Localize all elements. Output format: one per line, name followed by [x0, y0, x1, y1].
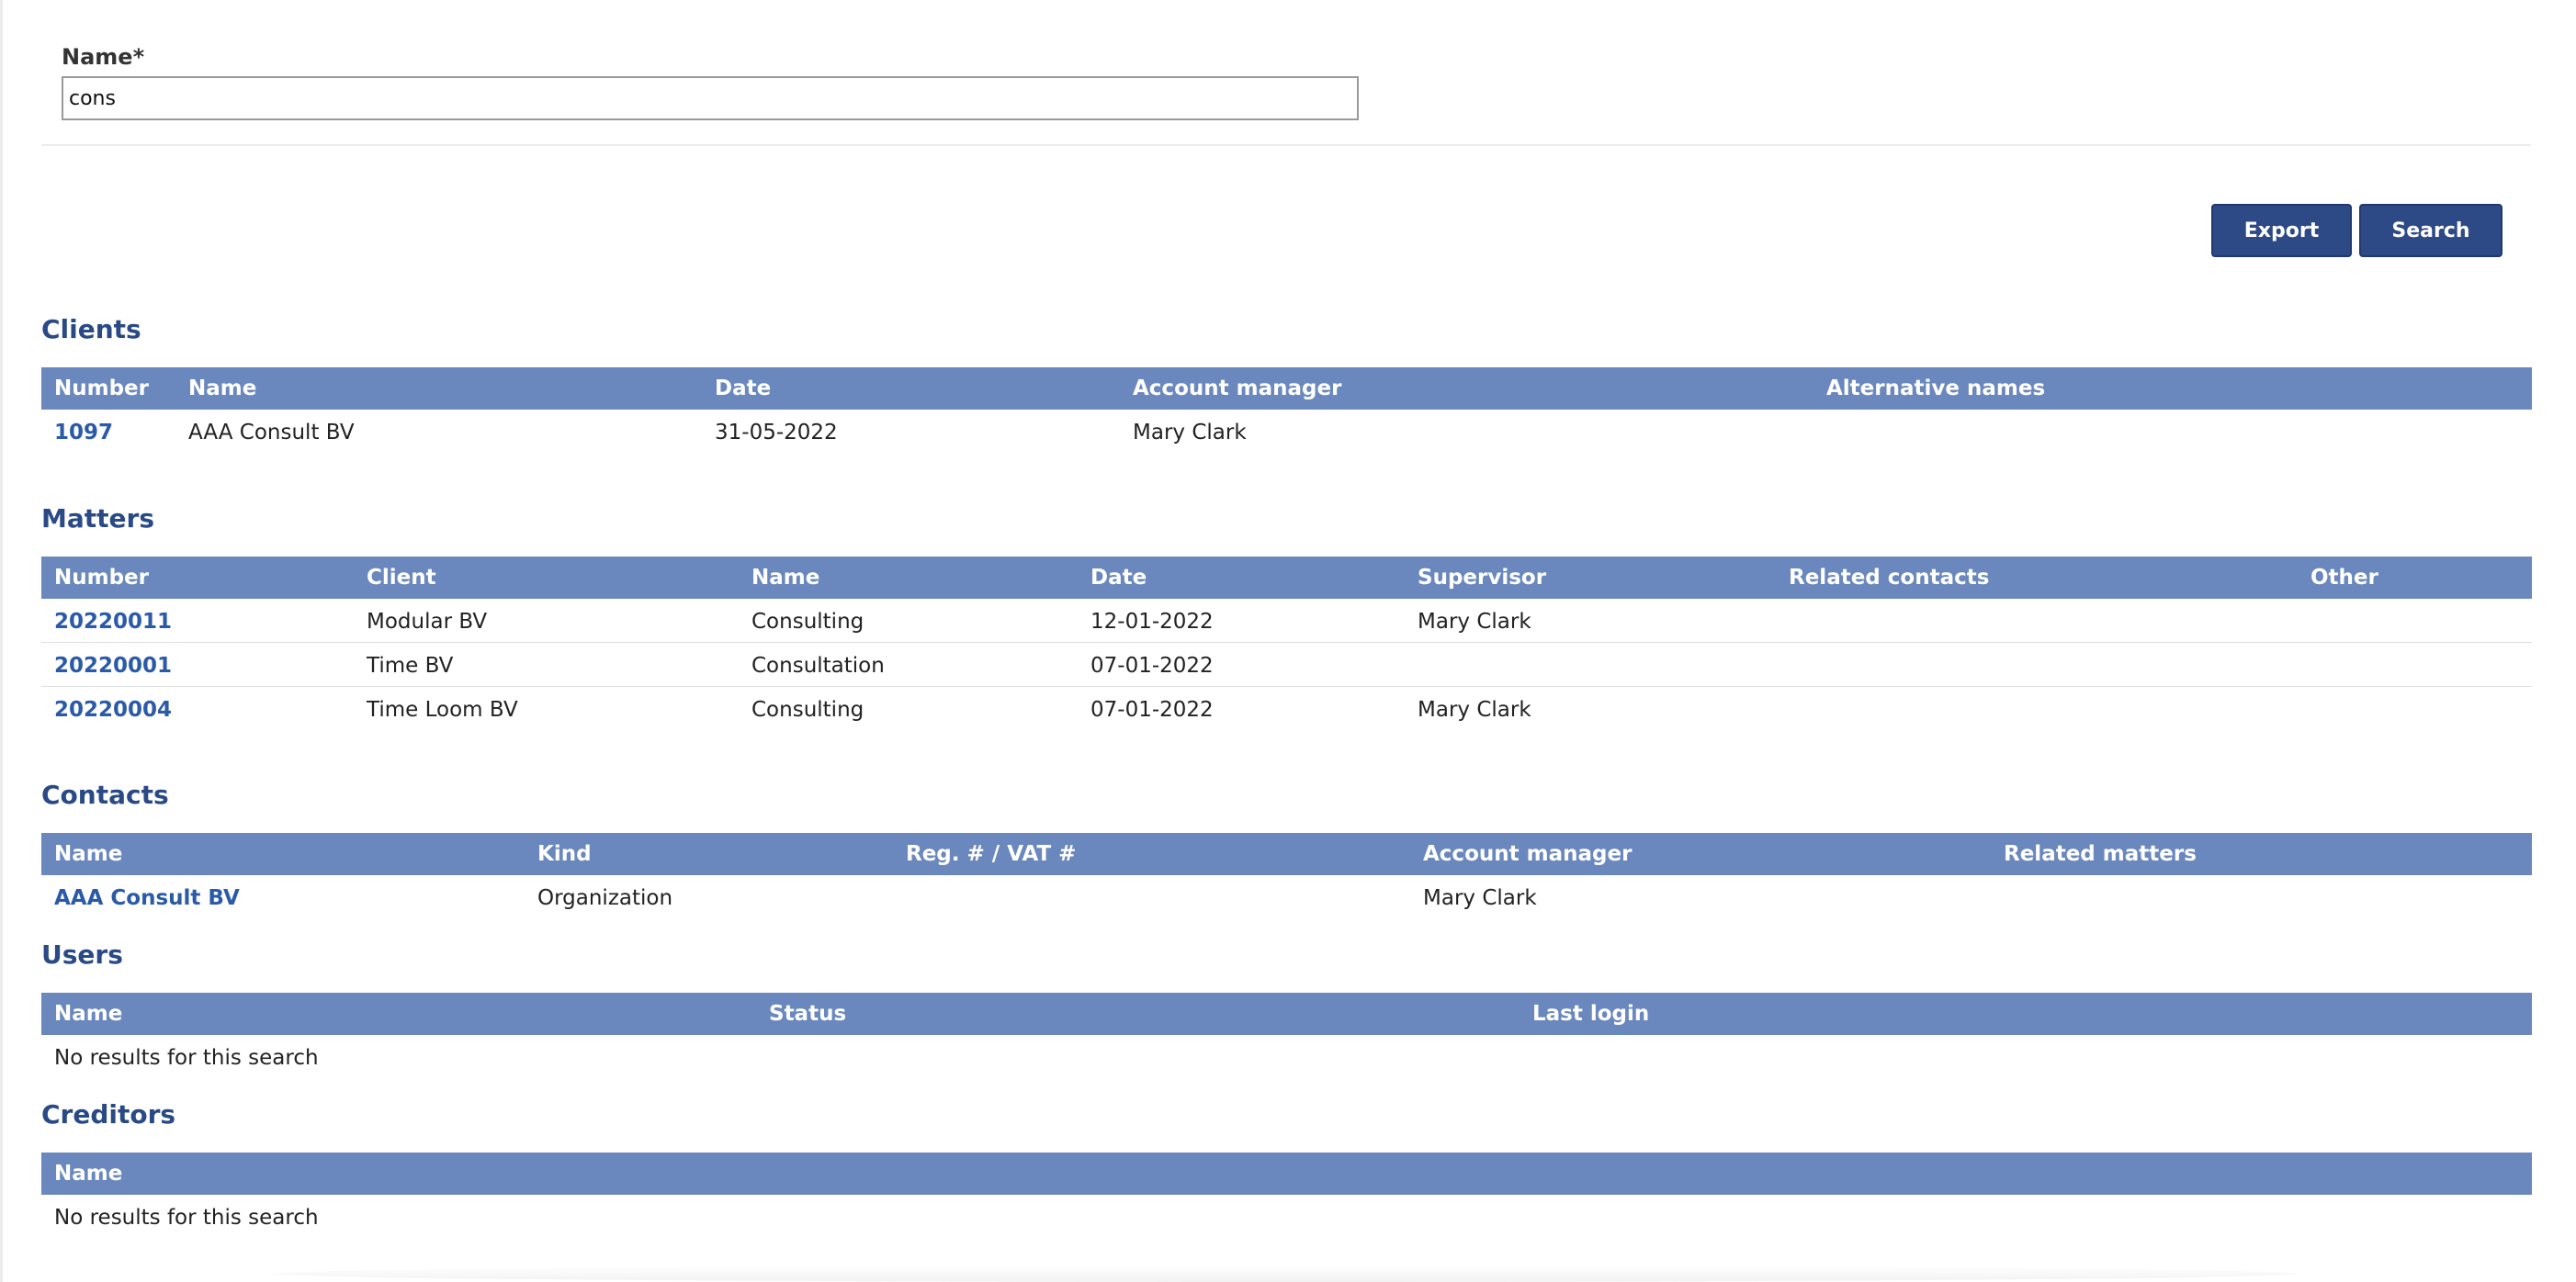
matter-name: Consulting: [751, 610, 864, 634]
matters-table: Number Client Name Date Supervisor Relat…: [41, 557, 2532, 730]
client-date: 31-05-2022: [715, 421, 838, 444]
column-header[interactable]: Number: [54, 566, 149, 590]
client-number-link[interactable]: 1097: [54, 421, 113, 444]
matter-number-link[interactable]: 20220001: [54, 654, 172, 678]
column-header[interactable]: Last login: [1532, 1002, 1649, 1026]
matter-name: Consultation: [751, 654, 885, 678]
matter-name: Consulting: [751, 698, 864, 722]
search-form: Name*: [41, 0, 2531, 146]
column-header[interactable]: Kind: [537, 842, 592, 866]
matters-section-title: Matters: [41, 503, 154, 534]
contact-name-link[interactable]: AAA Consult BV: [54, 886, 240, 910]
users-table-header: Name Status Last login: [41, 993, 2532, 1035]
search-button[interactable]: Search: [2359, 204, 2503, 257]
contact-account-manager: Mary Clark: [1423, 886, 1537, 910]
column-header[interactable]: Supervisor: [1418, 566, 1546, 590]
clients-table-header: Number Name Date Account manager Alterna…: [41, 367, 2532, 410]
column-header[interactable]: Related contacts: [1789, 566, 1989, 590]
empty-results-text: No results for this search: [54, 1206, 319, 1230]
client-account-manager: Mary Clark: [1133, 421, 1247, 444]
matter-supervisor: Mary Clark: [1418, 610, 1531, 634]
matters-table-header: Number Client Name Date Supervisor Relat…: [41, 557, 2532, 599]
table-row[interactable]: 20220011 Modular BV Consulting 12-01-202…: [41, 599, 2532, 643]
users-section-title: Users: [41, 939, 123, 970]
users-table: Name Status Last login No results for th…: [41, 993, 2532, 1078]
column-header[interactable]: Date: [1090, 566, 1147, 590]
table-row[interactable]: AAA Consult BV Organization Mary Clark: [41, 875, 2532, 918]
matter-number-link[interactable]: 20220011: [54, 610, 172, 634]
column-header[interactable]: Reg. # / VAT #: [906, 842, 1076, 866]
matter-number-link[interactable]: 20220004: [54, 698, 172, 722]
contacts-table: Name Kind Reg. # / VAT # Account manager…: [41, 833, 2532, 918]
column-header[interactable]: Alternative names: [1826, 377, 2045, 400]
empty-results-text: No results for this search: [54, 1046, 319, 1070]
empty-results-row: No results for this search: [41, 1195, 2532, 1238]
column-header[interactable]: Date: [715, 377, 771, 400]
column-header[interactable]: Client: [367, 566, 436, 590]
export-button[interactable]: Export: [2211, 204, 2352, 257]
client-name: AAA Consult BV: [188, 421, 355, 444]
creditors-table-header: Name: [41, 1153, 2532, 1195]
name-search-input[interactable]: [62, 76, 1359, 120]
clients-table: Number Name Date Account manager Alterna…: [41, 367, 2532, 453]
left-border: [0, 0, 3, 1282]
matter-date: 12-01-2022: [1090, 610, 1214, 634]
matter-supervisor: Mary Clark: [1418, 698, 1531, 722]
clients-section-title: Clients: [41, 314, 141, 344]
column-header[interactable]: Name: [54, 842, 122, 866]
contacts-section-title: Contacts: [41, 780, 169, 810]
matter-client: Time BV: [367, 654, 454, 678]
matter-date: 07-01-2022: [1090, 654, 1214, 678]
column-header[interactable]: Status: [769, 1002, 846, 1026]
column-header[interactable]: Number: [54, 377, 149, 400]
bottom-shadow: [276, 1265, 2297, 1282]
column-header[interactable]: Name: [54, 1162, 122, 1186]
matter-client: Modular BV: [367, 610, 488, 634]
column-header[interactable]: Account manager: [1133, 377, 1341, 400]
column-header[interactable]: Name: [54, 1002, 122, 1026]
name-field-label: Name*: [62, 44, 145, 70]
matter-date: 07-01-2022: [1090, 698, 1214, 722]
column-header[interactable]: Related matters: [2004, 842, 2197, 866]
contact-kind: Organization: [537, 886, 673, 910]
column-header[interactable]: Other: [2310, 566, 2378, 590]
contacts-table-header: Name Kind Reg. # / VAT # Account manager…: [41, 833, 2532, 875]
column-header[interactable]: Name: [751, 566, 819, 590]
table-row[interactable]: 20220001 Time BV Consultation 07-01-2022: [41, 643, 2532, 687]
column-header[interactable]: Account manager: [1423, 842, 1632, 866]
column-header[interactable]: Name: [188, 377, 256, 400]
table-row[interactable]: 1097 AAA Consult BV 31-05-2022 Mary Clar…: [41, 410, 2532, 453]
matter-client: Time Loom BV: [367, 698, 518, 722]
table-row[interactable]: 20220004 Time Loom BV Consulting 07-01-2…: [41, 687, 2532, 730]
creditors-section-title: Creditors: [41, 1099, 176, 1130]
empty-results-row: No results for this search: [41, 1035, 2532, 1078]
creditors-table: Name No results for this search: [41, 1153, 2532, 1238]
